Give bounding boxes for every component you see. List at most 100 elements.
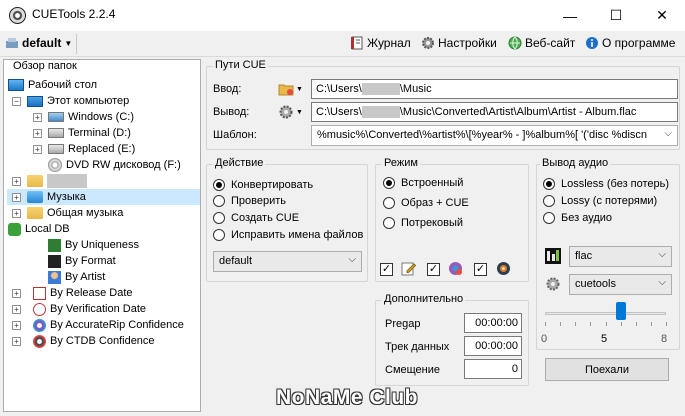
mode-embedded-radio[interactable]: Встроенный	[383, 177, 463, 189]
tree-item-music[interactable]: + Музыка	[7, 189, 200, 205]
folder-browser-panel: Обзор папок Рабочий стол − Этот компьюте…	[3, 59, 201, 412]
expand-icon[interactable]: +	[12, 304, 21, 314]
artist-icon	[48, 270, 61, 284]
tree-item-this-pc[interactable]: − Этот компьютер	[12, 93, 129, 109]
gear-icon	[422, 37, 434, 49]
folder-open-icon	[278, 84, 294, 96]
action-profile-combobox[interactable]: default ⌵	[213, 251, 362, 272]
tree-item-by-format[interactable]: By Format	[33, 253, 116, 269]
tree-item-label: Replaced (E:)	[68, 143, 136, 155]
audio-lossless-radio[interactable]: Lossless (без потерь)	[543, 178, 669, 190]
data-track-field[interactable]: 00:00:00	[464, 336, 522, 356]
pregap-field[interactable]: 00:00:00	[464, 313, 522, 333]
music-folder-icon	[27, 191, 43, 203]
profile-dropdown[interactable]: default ▼	[5, 36, 72, 50]
radio-selected	[383, 177, 395, 189]
tree-item-label: Этот компьютер	[47, 95, 130, 107]
tree-item-by-verification-date[interactable]: + By Verification Date	[12, 301, 146, 317]
audio-encoder-combobox[interactable]: cuetools ⌵	[569, 274, 672, 295]
chevron-down-icon: ⌵	[348, 254, 356, 265]
tree-item-desktop[interactable]: Рабочий стол	[8, 77, 97, 93]
flac-format-icon	[545, 248, 561, 264]
mode-image-cue-radio[interactable]: Образ + CUE	[383, 197, 469, 209]
action-fix-names-radio[interactable]: Исправить имена файлов	[213, 229, 363, 241]
expand-icon[interactable]: +	[12, 320, 21, 330]
tree-item-by-release-date[interactable]: + By Release Date	[12, 285, 133, 301]
edit-icon	[401, 262, 416, 276]
expand-icon[interactable]: +	[33, 144, 42, 154]
template-label: Шаблон:	[213, 129, 257, 141]
data-track-label: Трек данных	[385, 341, 450, 353]
template-combobox[interactable]: %music%\Converted\%artist%\[%year% - ]%a…	[311, 125, 678, 146]
settings-button[interactable]: Настройки	[421, 36, 497, 50]
audio-lossy-radio[interactable]: Lossy (с потерями)	[543, 195, 657, 207]
slider-tick	[575, 322, 577, 326]
chevron-down-icon: ⌵	[658, 249, 666, 260]
journal-button[interactable]: Журнал	[350, 36, 411, 50]
expand-icon[interactable]: +	[33, 128, 42, 138]
expand-icon[interactable]: +	[12, 288, 21, 298]
maximize-button[interactable]: ☐	[593, 0, 639, 31]
chevron-down-icon: ⌵	[664, 128, 672, 139]
output-path-field[interactable]: C:\Users\ \Music\Converted\Artist\Album\A…	[311, 102, 678, 122]
expand-icon[interactable]: +	[33, 112, 42, 122]
compression-slider-track[interactable]	[545, 312, 666, 315]
website-button[interactable]: Веб-сайт	[508, 36, 575, 50]
radio-unselected	[213, 229, 225, 241]
accuraterip-checkbox[interactable]: ✓	[427, 263, 440, 276]
ctdb-checkbox[interactable]: ✓	[474, 263, 487, 276]
tree-item-shared-music[interactable]: + Общая музыка	[12, 205, 123, 221]
dvd-icon	[48, 158, 62, 172]
tree-item-drive-e[interactable]: + Replaced (E:)	[33, 141, 135, 157]
tree-item-local-db[interactable]: Local DB	[8, 221, 70, 237]
offset-label: Смещение	[385, 364, 441, 376]
expand-icon[interactable]: +	[12, 176, 21, 186]
output-browse-button[interactable]: ▼	[278, 102, 308, 122]
tree-item-by-accuraterip[interactable]: + By AccurateRip Confidence	[12, 317, 184, 333]
redacted-username	[361, 83, 400, 96]
slider-tick	[590, 322, 592, 326]
about-label: О программе	[602, 36, 676, 50]
radio-label: Lossless (без потерь)	[561, 178, 670, 190]
about-button[interactable]: О программе	[585, 36, 675, 50]
input-path-field[interactable]: C:\Users\ \Music	[311, 79, 678, 99]
tree-item-drive-d[interactable]: + Terminal (D:)	[33, 125, 131, 141]
mode-tracks-radio[interactable]: Потрековый	[383, 217, 463, 229]
input-browse-button[interactable]: ▼	[278, 79, 308, 99]
audio-none-radio[interactable]: Без аудио	[543, 212, 612, 224]
go-button[interactable]: Поехали	[545, 358, 669, 381]
tree-item-dvd[interactable]: DVD RW дисковод (F:)	[48, 157, 181, 173]
slider-tick	[560, 322, 562, 326]
action-create-cue-radio[interactable]: Создать CUE	[213, 212, 299, 224]
radio-unselected	[383, 197, 395, 209]
action-convert-radio[interactable]: Конвертировать	[213, 179, 313, 191]
globe-icon	[508, 36, 522, 50]
action-verify-radio[interactable]: Проверить	[213, 195, 286, 207]
close-button[interactable]: ✕	[639, 0, 685, 31]
format-icon	[48, 254, 61, 268]
audio-format-combobox[interactable]: flac ⌵	[569, 246, 672, 267]
tree-item-by-uniqueness[interactable]: By Uniqueness	[33, 237, 139, 253]
compression-slider-thumb[interactable]	[615, 302, 626, 320]
offset-field[interactable]: 0	[464, 359, 522, 379]
radio-label: Конвертировать	[231, 179, 314, 191]
radio-label: Lossy (с потерями)	[561, 195, 658, 207]
expand-icon[interactable]: +	[12, 336, 21, 346]
radio-label: Проверить	[231, 195, 287, 207]
tree-item-by-ctdb[interactable]: + By CTDB Confidence	[12, 333, 155, 349]
tree-item-by-artist[interactable]: By Artist	[33, 269, 105, 285]
tree-item-drive-c[interactable]: + Windows (C:)	[33, 109, 134, 125]
expand-icon[interactable]: +	[12, 208, 21, 218]
slider-value-label: 5	[601, 333, 608, 345]
collapse-icon[interactable]: −	[12, 96, 21, 106]
toolbar: default ▼ Журнал Настройки Веб-сайт О пр…	[0, 31, 685, 57]
radio-label: Встроенный	[401, 177, 464, 189]
minimize-button[interactable]: —	[547, 0, 593, 31]
chevron-down-icon: ▼	[296, 108, 303, 116]
tree-item-label: By Artist	[65, 271, 106, 283]
expand-icon[interactable]: +	[12, 192, 21, 202]
tree-item-user[interactable]: +	[12, 173, 87, 189]
ctdb-icon	[497, 262, 510, 275]
edit-tags-checkbox[interactable]: ✓	[380, 263, 393, 276]
action-legend: Действие	[213, 157, 266, 169]
